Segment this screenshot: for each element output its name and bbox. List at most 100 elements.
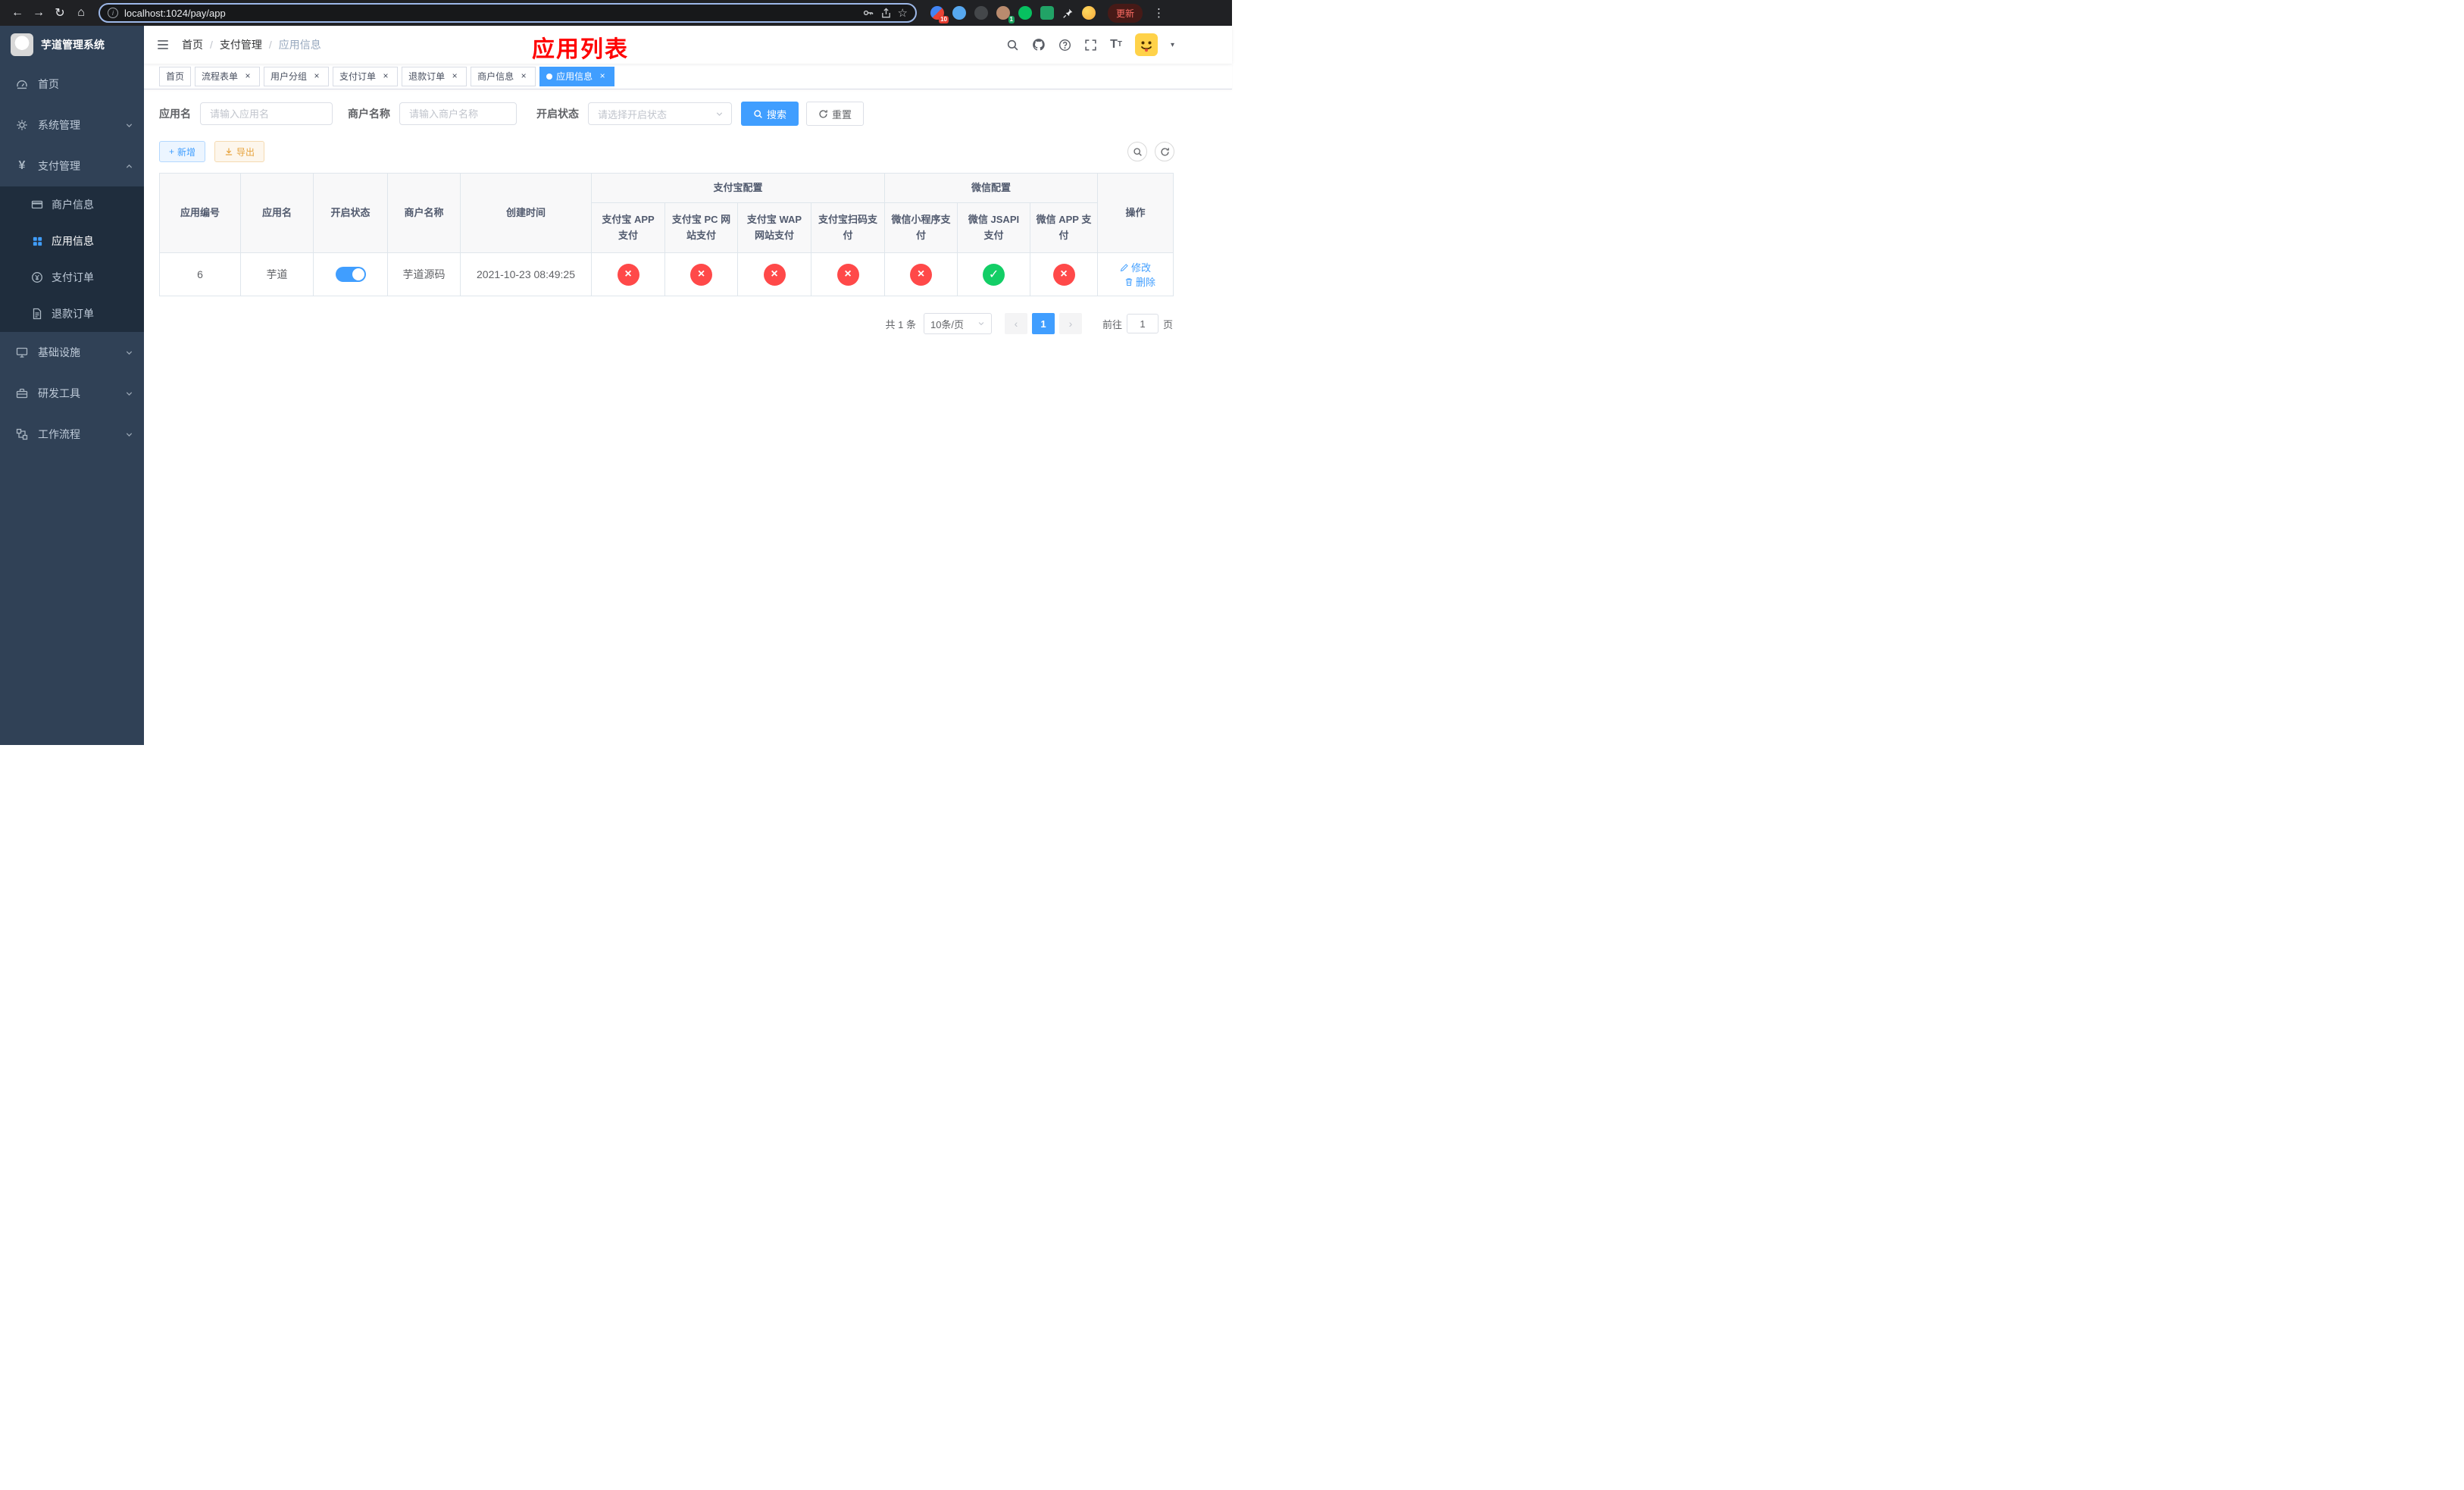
cell-id: 6	[159, 252, 241, 296]
pin-icon[interactable]	[1062, 8, 1074, 19]
sidebar-item-app-info[interactable]: 应用信息	[0, 223, 144, 259]
tab-home[interactable]: 首页	[159, 66, 192, 86]
current-page[interactable]: 1	[1031, 313, 1055, 334]
breadcrumb-home[interactable]: 首页	[182, 37, 203, 52]
sidebar-item-home[interactable]: 首页	[0, 64, 144, 105]
browser-menu-icon[interactable]: ⋮	[1150, 6, 1168, 20]
bank-card-icon	[30, 198, 44, 211]
close-icon[interactable]: ×	[380, 70, 391, 82]
password-key-icon[interactable]	[862, 7, 874, 19]
browser-reload-icon[interactable]: ↻	[50, 3, 70, 23]
col-header-created: 创建时间	[460, 173, 592, 253]
sidebar-item-infra[interactable]: 基础设施	[0, 332, 144, 373]
coin-icon	[30, 271, 44, 284]
wx-app-status-icon: ×	[1052, 263, 1075, 286]
extension-icon[interactable]	[974, 6, 988, 20]
chevron-down-icon	[125, 430, 133, 439]
sidebar-logo-row[interactable]: 芋道管理系统	[0, 26, 144, 64]
search-form: 应用名 商户名称 开启状态 请选择开启状态 搜索 重置	[159, 102, 1174, 126]
chevron-down-icon	[715, 110, 724, 118]
sidebar-collapse-icon[interactable]	[156, 38, 170, 52]
search-icon[interactable]	[1006, 39, 1019, 52]
active-dot	[546, 73, 553, 80]
help-icon[interactable]	[1058, 39, 1071, 52]
tab-app-info[interactable]: 应用信息 ×	[539, 66, 615, 86]
status-toggle[interactable]	[335, 267, 366, 282]
cell-created: 2021-10-23 08:49:25	[460, 252, 592, 296]
app-name-input[interactable]	[200, 102, 333, 125]
delete-button[interactable]: 删除	[1124, 274, 1155, 289]
sidebar-item-label: 支付订单	[52, 271, 94, 283]
extension-icon[interactable]: 1	[996, 6, 1015, 23]
close-icon[interactable]: ×	[242, 70, 253, 82]
chevron-down-icon	[125, 390, 133, 398]
prev-page-button[interactable]: ‹	[1004, 313, 1027, 334]
fullscreen-icon[interactable]	[1084, 39, 1097, 52]
col-header-alipay-app: 支付宝 APP 支付	[591, 202, 665, 253]
caret-down-icon[interactable]: ▾	[1171, 41, 1174, 49]
grid-icon	[30, 234, 44, 248]
extension-badge: 1	[1008, 16, 1015, 23]
tags-view-bar: 首页 流程表单 × 用户分组 × 支付订单 × 退款订单 × 商户信息 × 应用…	[144, 64, 1232, 89]
page-title: 应用列表	[532, 37, 629, 62]
add-button[interactable]: + 新增	[159, 141, 206, 162]
edit-button[interactable]: 修改	[1120, 260, 1151, 274]
chevron-up-icon	[125, 162, 133, 171]
browser-back-icon[interactable]: ←	[8, 3, 27, 23]
alipay-qr-status-icon: ×	[836, 263, 859, 286]
address-bar[interactable]: i localhost:1024/pay/app ☆	[98, 3, 917, 23]
col-header-id: 应用编号	[159, 173, 241, 253]
col-header-actions: 操作	[1097, 173, 1174, 253]
site-info-icon[interactable]: i	[108, 8, 118, 18]
emoji-extension-icon[interactable]	[1082, 6, 1096, 20]
font-size-icon[interactable]: TT	[1110, 39, 1122, 51]
close-icon[interactable]: ×	[518, 70, 529, 82]
extension-icon[interactable]: 10	[930, 6, 949, 23]
tab-user-group[interactable]: 用户分组 ×	[264, 66, 330, 86]
extension-icon[interactable]	[1040, 6, 1054, 20]
bookmark-star-icon[interactable]: ☆	[898, 6, 908, 20]
status-select[interactable]: 请选择开启状态	[588, 102, 732, 125]
document-icon	[30, 307, 44, 321]
breadcrumb-payment[interactable]: 支付管理	[220, 37, 262, 52]
close-icon[interactable]: ×	[449, 70, 460, 82]
table-toolbar: + 新增 导出	[159, 141, 1174, 162]
table-row: 6 芋道 芋道源码 2021-10-23 08:49:25 × × × × × …	[159, 252, 1174, 296]
browser-home-icon[interactable]: ⌂	[71, 3, 91, 23]
export-button[interactable]: 导出	[214, 141, 265, 162]
tab-process-form[interactable]: 流程表单 ×	[195, 66, 261, 86]
close-icon[interactable]: ×	[311, 70, 322, 82]
sidebar-item-devtools[interactable]: 研发工具	[0, 373, 144, 414]
page-size-select[interactable]: 10条/页	[923, 313, 992, 334]
reset-button[interactable]: 重置	[806, 102, 865, 126]
close-icon[interactable]: ×	[597, 70, 608, 82]
cell-name: 芋道	[240, 252, 314, 296]
extension-icon[interactable]	[952, 6, 966, 20]
sidebar-item-label: 研发工具	[38, 387, 80, 399]
refresh-button[interactable]	[1155, 142, 1174, 161]
tab-refund-orders[interactable]: 退款订单 ×	[402, 66, 467, 86]
sidebar-item-payment-orders[interactable]: 支付订单	[0, 259, 144, 296]
merchant-name-input[interactable]	[399, 102, 517, 125]
sidebar-item-workflow[interactable]: 工作流程	[0, 414, 144, 455]
app-title: 芋道管理系统	[41, 39, 105, 51]
github-icon[interactable]	[1032, 38, 1046, 52]
search-button[interactable]: 搜索	[741, 102, 799, 126]
col-header-wx-app: 微信 APP 支付	[1030, 202, 1099, 253]
tab-payment-orders[interactable]: 支付订单 ×	[333, 66, 399, 86]
sidebar-item-system[interactable]: 系统管理	[0, 105, 144, 146]
browser-forward-icon[interactable]: →	[29, 3, 48, 23]
chrome-update-button[interactable]: 更新	[1108, 3, 1143, 23]
extension-icon[interactable]	[1018, 6, 1032, 20]
avatar[interactable]	[1134, 33, 1158, 56]
sidebar-item-refund-orders[interactable]: 退款订单	[0, 296, 144, 332]
monitor-icon	[15, 346, 29, 359]
tab-merchant-info[interactable]: 商户信息 ×	[471, 66, 536, 86]
goto-page-input[interactable]	[1126, 314, 1159, 333]
next-page-button[interactable]: ›	[1058, 313, 1082, 334]
sidebar-item-payment[interactable]: ¥ 支付管理	[0, 146, 144, 186]
sidebar-item-merchant-info[interactable]: 商户信息	[0, 186, 144, 223]
share-icon[interactable]	[880, 7, 892, 19]
app-logo	[11, 33, 33, 56]
hide-search-button[interactable]	[1127, 142, 1147, 161]
